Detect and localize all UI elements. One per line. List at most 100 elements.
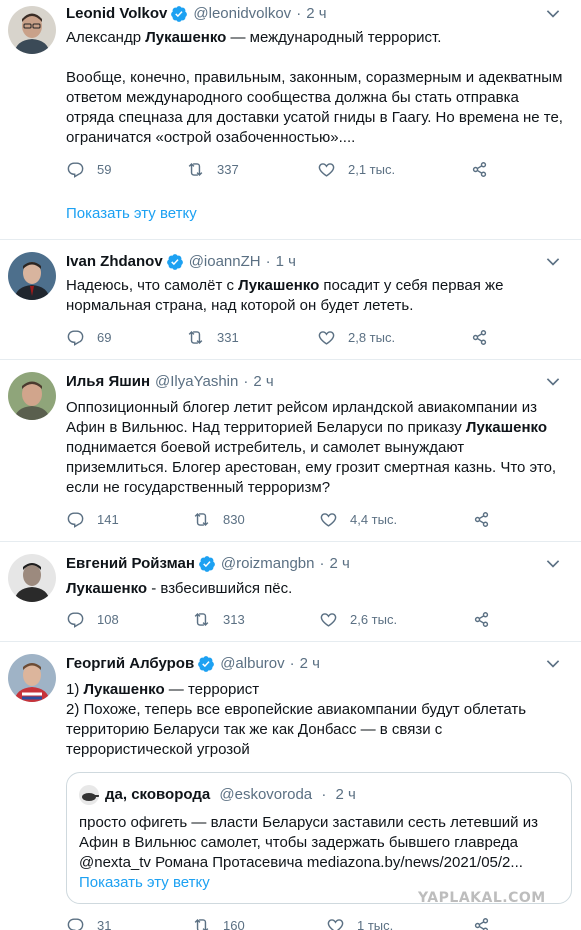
- heart-icon: [318, 163, 335, 177]
- share-button[interactable]: [472, 610, 503, 629]
- like-button[interactable]: 2,1 тыс.: [317, 160, 395, 179]
- separator-dot: ·: [296, 5, 302, 22]
- retweet-button[interactable]: 830: [192, 510, 245, 529]
- like-button[interactable]: 2,6 тыс.: [319, 610, 397, 629]
- tweet[interactable]: Илья Яшин @IlyaYashin · 2 ч Оппозиционны…: [0, 360, 581, 542]
- share-button[interactable]: [470, 160, 501, 179]
- retweet-count: 313: [223, 612, 245, 627]
- tweet-header: Евгений Ройзман @roizmangbn · 2 ч: [66, 554, 350, 574]
- author-handle[interactable]: @IlyaYashin: [155, 372, 238, 392]
- share-icon: [472, 162, 487, 177]
- quoted-text: просто офигеть — власти Беларуси застави…: [79, 814, 538, 871]
- more-options-icon[interactable]: [543, 372, 563, 392]
- show-thread-link[interactable]: Показать эту ветку: [66, 205, 197, 222]
- retweet-button[interactable]: 160: [192, 916, 245, 930]
- retweet-icon: [188, 330, 203, 345]
- more-options-icon[interactable]: [543, 252, 563, 272]
- separator-dot: ·: [289, 655, 295, 672]
- reply-count: 59: [97, 162, 112, 177]
- separator-dot: ·: [319, 555, 325, 572]
- reply-icon: [67, 612, 84, 628]
- like-count: 2,1 тыс.: [348, 162, 396, 177]
- timestamp[interactable]: 2 ч: [253, 372, 273, 392]
- quoted-author-name: да, сковорода: [105, 786, 211, 803]
- heart-icon: [318, 331, 335, 345]
- separator-dot: ·: [321, 786, 327, 803]
- reply-count: 141: [97, 512, 119, 527]
- tweet[interactable]: Евгений Ройзман @roizmangbn · 2 ч Лукаше…: [0, 542, 581, 642]
- tweet-text: Лукашенко - взбесившийся пёс.: [66, 579, 566, 599]
- retweet-icon: [194, 612, 209, 627]
- quoted-author-handle: @eskovoroda: [219, 786, 313, 803]
- retweet-count: 830: [223, 512, 245, 527]
- reply-icon: [67, 162, 84, 178]
- retweet-button[interactable]: 313: [192, 610, 245, 629]
- reply-button[interactable]: 69: [66, 328, 111, 347]
- verified-badge-icon: [166, 254, 183, 270]
- tweet-text: 1) Лукашенко — террорист 2) Похоже, тепе…: [66, 680, 566, 760]
- share-button[interactable]: [470, 328, 501, 347]
- tweet[interactable]: Ivan Zhdanov @ioannZH · 1 ч Надеюсь, что…: [0, 240, 581, 360]
- retweet-icon: [188, 162, 203, 177]
- more-options-icon[interactable]: [543, 554, 563, 574]
- author-handle[interactable]: @leonidvolkov: [193, 4, 291, 24]
- quoted-tweet[interactable]: да, сковорода @eskovoroda · 2 ч просто о…: [66, 772, 572, 904]
- author-name[interactable]: Ivan Zhdanov: [66, 252, 163, 272]
- tweet[interactable]: Георгий Албуров @alburov · 2 ч 1) Лукаше…: [0, 642, 581, 930]
- reply-button[interactable]: 108: [66, 610, 119, 629]
- avatar[interactable]: [8, 554, 56, 602]
- author-handle[interactable]: @ioannZH: [189, 252, 261, 272]
- like-count: 2,8 тыс.: [348, 330, 396, 345]
- timestamp[interactable]: 2 ч: [300, 654, 320, 674]
- tweet-paragraph: Вообще, конечно, правильным, законным, с…: [66, 69, 563, 146]
- tweet-text: Оппозиционный блогер летит рейсом ирланд…: [66, 398, 566, 498]
- timestamp[interactable]: 1 ч: [276, 252, 296, 272]
- more-options-icon[interactable]: [543, 4, 563, 24]
- tweet-actions: 69 331 2,8 тыс.: [66, 328, 506, 348]
- like-button[interactable]: 1 тыс.: [326, 916, 393, 930]
- retweet-count: 160: [223, 918, 245, 930]
- tweet-paragraph: Лукашенко - взбесившийся пёс.: [66, 580, 293, 597]
- tweet-header: Георгий Албуров @alburov · 2 ч: [66, 654, 320, 674]
- author-name[interactable]: Leonid Volkov: [66, 4, 167, 24]
- avatar[interactable]: [8, 6, 56, 54]
- author-name[interactable]: Илья Яшин: [66, 372, 150, 392]
- tweet-header: Ivan Zhdanov @ioannZH · 1 ч: [66, 252, 296, 272]
- quoted-header: да, сковорода @eskovoroda · 2 ч: [105, 785, 356, 805]
- author-handle[interactable]: @roizmangbn: [221, 554, 315, 574]
- tweet[interactable]: Leonid Volkov @leonidvolkov · 2 ч Алекса…: [0, 0, 581, 240]
- author-handle[interactable]: @alburov: [220, 654, 284, 674]
- tweet-text: Надеюсь, что самолёт с Лукашенко посадит…: [66, 276, 566, 316]
- tweet-paragraph: Александр Лукашенко — международный терр…: [66, 29, 442, 46]
- share-icon: [474, 612, 489, 627]
- retweet-button[interactable]: 331: [186, 328, 239, 347]
- author-name[interactable]: Георгий Албуров: [66, 654, 194, 674]
- heart-icon: [320, 613, 337, 627]
- reply-count: 31: [97, 918, 112, 930]
- like-button[interactable]: 4,4 тыс.: [319, 510, 397, 529]
- tweet-actions: 59 337 2,1 тыс.: [66, 160, 506, 180]
- reply-button[interactable]: 141: [66, 510, 119, 529]
- share-icon: [474, 512, 489, 527]
- tweet-header: Leonid Volkov @leonidvolkov · 2 ч: [66, 4, 327, 24]
- retweet-count: 331: [217, 330, 239, 345]
- tweet-paragraph: 2) Похоже, теперь все европейские авиако…: [66, 701, 527, 758]
- avatar[interactable]: [8, 372, 56, 420]
- timestamp[interactable]: 2 ч: [306, 4, 326, 24]
- reply-button[interactable]: 59: [66, 160, 111, 179]
- avatar[interactable]: [8, 654, 56, 702]
- share-button[interactable]: [472, 916, 503, 930]
- avatar[interactable]: [8, 252, 56, 300]
- more-options-icon[interactable]: [543, 654, 563, 674]
- author-name[interactable]: Евгений Ройзман: [66, 554, 195, 574]
- retweet-button[interactable]: 337: [186, 160, 239, 179]
- like-count: 4,4 тыс.: [350, 512, 398, 527]
- watermark: YAPLAKAL.COM: [418, 890, 546, 906]
- reply-button[interactable]: 31: [66, 916, 111, 930]
- separator-dot: ·: [243, 373, 249, 390]
- timestamp[interactable]: 2 ч: [330, 554, 350, 574]
- verified-badge-icon: [199, 556, 215, 572]
- show-thread-link[interactable]: Показать эту ветку: [79, 874, 210, 891]
- like-button[interactable]: 2,8 тыс.: [317, 328, 395, 347]
- share-button[interactable]: [472, 510, 503, 529]
